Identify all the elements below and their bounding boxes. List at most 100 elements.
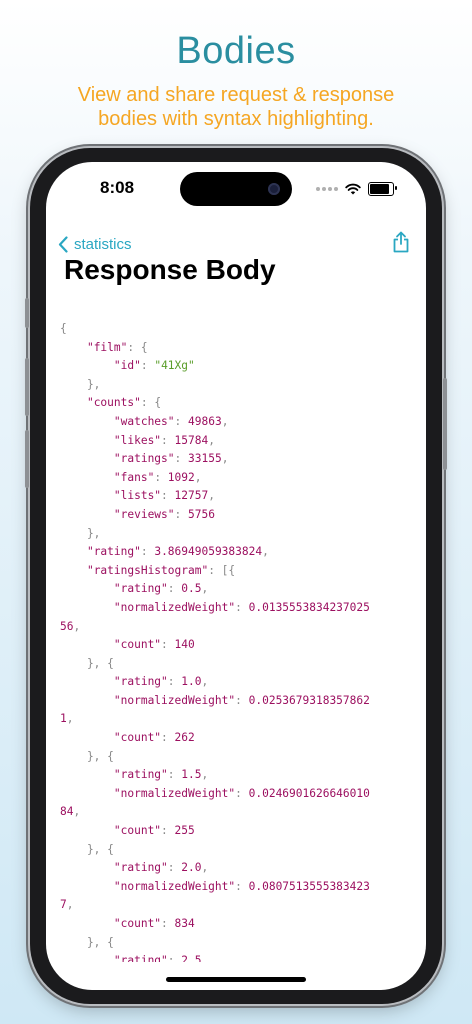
code-token: , [208, 489, 215, 503]
code-token: 255 [174, 824, 195, 838]
code-token: : [161, 824, 175, 838]
code-token: , [201, 675, 209, 689]
code-line: "id": "41Xg" [60, 357, 416, 376]
code-token: 1.5 [181, 768, 202, 782]
code-token: : [{ [208, 563, 236, 577]
code-token: 834 [174, 917, 195, 930]
code-token: 0.0807513555383423 [248, 879, 370, 893]
code-token: : [174, 414, 188, 428]
code-token: 0.5 [181, 582, 202, 596]
code-token: , [73, 619, 81, 633]
code-token: : [235, 600, 249, 614]
code-token: : [140, 545, 155, 559]
code-token: : [167, 954, 182, 962]
code-line: "fans": 1092, [60, 469, 416, 488]
volume-up-button [25, 358, 29, 416]
code-line: "rating": 3.86949059383824, [60, 543, 416, 562]
code-line: 84, [60, 803, 416, 822]
code-token: "likes" [113, 433, 162, 447]
code-token: : { [127, 340, 148, 354]
code-token: : [140, 359, 155, 373]
code-token: : [161, 489, 175, 503]
phone-frame: 8:08 statistics Response Body {"film": … [25, 148, 447, 1004]
code-token: : { [140, 396, 162, 410]
code-token: }, { [60, 842, 114, 856]
code-token: : [161, 638, 175, 652]
code-token: "count" [113, 824, 162, 838]
code-line: "rating": 1.0, [60, 673, 416, 692]
code-token: "id" [113, 359, 141, 373]
code-token: 262 [174, 731, 195, 745]
code-token: "counts" [86, 396, 141, 410]
status-time: 8:08 [100, 178, 135, 197]
code-line: }, [60, 525, 416, 544]
code-line: }, [60, 376, 416, 395]
code-token: , [201, 582, 209, 596]
code-token: , [221, 414, 229, 428]
code-token: }, { [60, 749, 114, 763]
volume-down-button [25, 430, 29, 488]
mute-switch [25, 298, 29, 328]
code-token: , [73, 805, 81, 819]
code-line: "ratingsHistogram": [{ [60, 562, 416, 581]
code-token: "reviews" [113, 507, 175, 521]
code-line: { [60, 320, 416, 339]
code-token: 1 [60, 712, 67, 726]
code-token: }, { [60, 656, 114, 670]
code-token: }, [60, 526, 101, 540]
battery-icon [368, 182, 397, 196]
code-token: : [161, 917, 175, 930]
share-button[interactable] [392, 231, 410, 258]
code-line: "rating": 2.0, [60, 859, 416, 878]
code-token: "41Xg" [154, 359, 195, 373]
code-token: 1092 [167, 470, 195, 484]
code-line: }, { [60, 841, 416, 860]
code-line: "rating": 2.5 [60, 952, 416, 962]
status-icons [316, 182, 397, 196]
code-token: 5756 [188, 507, 215, 521]
code-token: 0.0135553834237025 [248, 600, 370, 614]
page-title: Response Body [64, 254, 276, 285]
code-token: 0.0246901626646010 [248, 786, 370, 800]
code-token: "ratingsHistogram" [86, 563, 209, 577]
code-token: 3.86949059383824 [154, 545, 263, 559]
code-line: }, { [60, 655, 416, 674]
code-token: 56 [60, 619, 74, 633]
code-token: : [167, 861, 182, 875]
code-token: , [201, 768, 209, 782]
back-button[interactable]: statistics [58, 236, 132, 253]
code-line: "reviews": 5756 [60, 506, 416, 525]
home-indicator[interactable] [166, 977, 306, 982]
code-line: "normalizedWeight": 0.0253679318357862 [60, 692, 416, 711]
code-token: "normalizedWeight" [113, 600, 236, 614]
back-button-label: statistics [74, 235, 132, 253]
code-token: "count" [113, 638, 162, 652]
code-line: "count": 255 [60, 822, 416, 841]
power-button [443, 378, 447, 470]
code-line: "film": { [60, 339, 416, 358]
code-line: "normalizedWeight": 0.0807513555383423 [60, 878, 416, 897]
code-token: "lists" [113, 489, 162, 503]
code-token: 2.0 [181, 861, 202, 875]
code-token: "normalizedWeight" [113, 693, 236, 707]
code-token: : [167, 582, 182, 596]
wifi-icon [345, 183, 361, 195]
code-token: 49863 [188, 414, 222, 428]
promo-subtitle-line-1: View and share request & response [77, 84, 395, 106]
